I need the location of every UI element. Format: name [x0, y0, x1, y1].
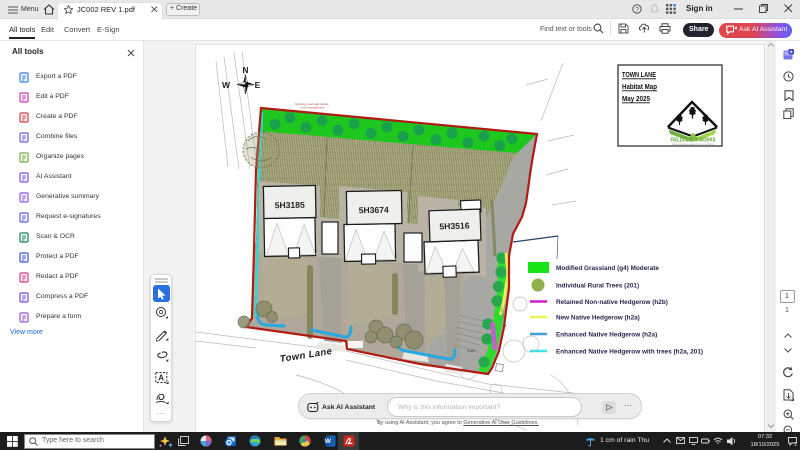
svg-text:W: W: [222, 80, 231, 90]
svg-text:Town Lane: Town Lane: [279, 346, 333, 365]
svg-text:May 2025: May 2025: [622, 94, 650, 103]
svg-text:to be repositioned: to be repositioned: [300, 106, 324, 110]
svg-text:FIELDOLOGY WORKS: FIELDOLOGY WORKS: [671, 138, 717, 144]
svg-text:2: 2: [794, 442, 797, 446]
svg-text:RURAL PLANNING AND ECOLOGY EXP: RURAL PLANNING AND ECOLOGY EXPERTS: [672, 143, 715, 146]
svg-text:A: A: [158, 374, 164, 383]
svg-text:Enhanced Native Hedgerow (h2a: Enhanced Native Hedgerow (h2a): [556, 332, 657, 339]
svg-text:5H3516: 5H3516: [439, 220, 470, 231]
svg-text:N: N: [242, 65, 248, 75]
svg-text:?: ?: [635, 6, 639, 13]
svg-text:Individual Rural Trees (201): Individual Rural Trees (201): [556, 283, 639, 290]
svg-text:Modified Grassland (g4) Modera: Modified Grassland (g4) Moderate: [556, 265, 659, 272]
svg-text:Habitat Map: Habitat Map: [622, 82, 657, 91]
svg-text:5H3674: 5H3674: [359, 205, 389, 216]
svg-text:3.6m: 3.6m: [467, 349, 475, 353]
svg-text:W: W: [325, 438, 332, 445]
svg-text:5H3185: 5H3185: [275, 200, 305, 211]
svg-text:New Native Hedgerow (h2a): New Native Hedgerow (h2a): [556, 315, 640, 322]
svg-text:Retained Non-native Hedgerow: Retained Non-native Hedgerow (h2b): [556, 299, 668, 306]
svg-text:E: E: [255, 80, 261, 90]
svg-text:Enhanced Native Hedgerow with: Enhanced Native Hedgerow with trees (h2a…: [556, 349, 703, 356]
svg-text:TOWN LANE: TOWN LANE: [622, 70, 656, 79]
